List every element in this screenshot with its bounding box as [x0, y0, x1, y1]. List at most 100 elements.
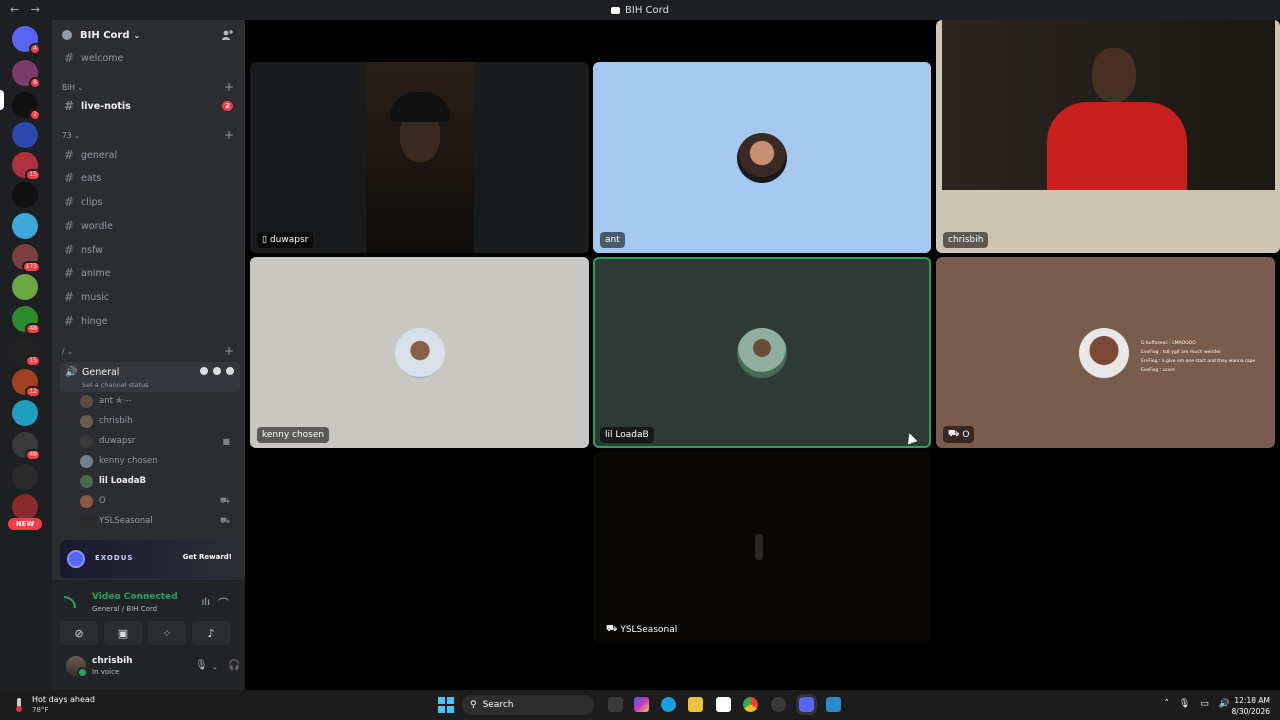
copilot-icon[interactable] — [634, 697, 649, 712]
forward-button[interactable]: → — [31, 3, 40, 16]
server-icon[interactable]: 173 — [12, 244, 41, 273]
channel-wordle[interactable]: # wordle — [60, 216, 240, 236]
server-icon[interactable]: 12 — [12, 369, 41, 398]
channel-status-hint[interactable]: Set a channel status — [82, 381, 149, 389]
video-tile-ant[interactable]: ant — [593, 62, 931, 253]
camera-off-button[interactable]: ⊘ — [60, 621, 98, 645]
volume-icon[interactable]: 🔊 — [1219, 699, 1230, 709]
back-button[interactable]: ← — [10, 3, 19, 16]
voice-member[interactable]: duwapsr ■ — [80, 432, 235, 450]
weather-temp: 78°F — [32, 706, 49, 714]
task-view-icon[interactable] — [608, 697, 623, 712]
server-icon[interactable]: 48 — [12, 306, 41, 335]
chat-icon[interactable] — [200, 367, 208, 375]
channel-nsfw[interactable]: # nsfw — [60, 240, 240, 260]
channel-anime[interactable]: # anime — [60, 263, 240, 283]
windows-start-icon[interactable] — [438, 697, 454, 713]
thermometer-icon[interactable] — [12, 697, 26, 713]
video-tile-chrisbih[interactable]: chrisbih — [936, 20, 1280, 253]
taskbar-search[interactable]: ⚲ Search — [462, 695, 594, 715]
voice-member[interactable]: lil LoadaB — [80, 472, 235, 490]
tile-name: chrisbih — [948, 235, 984, 245]
tile-name: kenny chosen — [262, 430, 325, 440]
video-tile-duwapsr[interactable]: ▯ duwapsr — [250, 62, 589, 253]
activities-button[interactable]: ⁘ — [148, 621, 186, 645]
server-icon[interactable]: 49 — [12, 432, 41, 461]
soundboard-button[interactable]: ♪ — [192, 621, 230, 645]
voice-member[interactable]: chrisbih — [80, 412, 235, 430]
server-icon[interactable] — [12, 494, 38, 520]
clock[interactable]: 12:18 AM 8/30/2026 — [1232, 695, 1270, 717]
member-name: O — [99, 496, 106, 506]
channel-category[interactable]: 73 ⌄ + — [62, 128, 237, 142]
channel-eats[interactable]: # eats — [60, 168, 240, 188]
invite-icon[interactable] — [213, 367, 221, 375]
server-icon[interactable]: 2 — [12, 92, 41, 121]
store-icon[interactable] — [716, 697, 731, 712]
member-name: YSLSeasonal — [99, 516, 153, 526]
server-icon[interactable]: 15 — [12, 338, 41, 367]
hash-icon: # — [64, 99, 75, 113]
channel-welcome[interactable]: # welcome — [60, 48, 240, 68]
noise-suppression-icon[interactable]: ılı — [202, 597, 210, 608]
channel-clips[interactable]: # clips — [60, 192, 240, 212]
add-channel-icon[interactable]: + — [224, 80, 234, 94]
video-tile-kenny-chosen[interactable]: kenny chosen — [250, 257, 589, 448]
add-member-icon[interactable] — [221, 29, 233, 41]
chevron-up-icon[interactable]: ˄ — [1164, 699, 1169, 709]
video-tile-yslseasonal[interactable]: ⛟ YSLSeasonal — [593, 452, 931, 643]
channel-hinge[interactable]: # hinge — [60, 311, 240, 331]
voice-connected-location[interactable]: General / BIH Cord — [92, 605, 157, 613]
channel-category[interactable]: BIH ⌄ + — [62, 80, 237, 94]
server-icon[interactable]: 8 — [12, 60, 41, 89]
video-tile-o[interactable]: G buffoseec : LMAOOOO EvoFiog : ts8 ygit… — [936, 257, 1275, 448]
mention-badge: 15 — [25, 355, 41, 367]
mention-badge: 48 — [25, 323, 41, 335]
chrome-icon[interactable] — [743, 697, 758, 712]
category-label: / ⌄ — [62, 347, 74, 356]
add-channel-icon[interactable]: + — [224, 344, 234, 358]
voice-member[interactable]: YSLSeasonal ⛟ — [80, 512, 235, 530]
notepad-icon[interactable] — [826, 697, 841, 712]
voice-member[interactable]: O ⛟ — [80, 492, 235, 510]
server-icon[interactable] — [12, 122, 38, 148]
network-icon[interactable]: ▭ — [1200, 699, 1209, 709]
chevron-down-icon[interactable]: ⌄ — [212, 663, 218, 671]
disconnect-icon[interactable]: ⌒ — [218, 595, 229, 611]
guild-header[interactable]: BIH Cord ⌄ — [52, 20, 245, 50]
server-icon[interactable] — [12, 464, 38, 490]
channel-general[interactable]: # general — [60, 145, 240, 165]
file-explorer-icon[interactable] — [688, 697, 703, 712]
voice-member[interactable]: ant ✯·-- — [80, 392, 235, 410]
person-head — [1092, 48, 1136, 102]
microphone-icon[interactable]: 🎙 — [195, 660, 208, 671]
voice-connected-status[interactable]: Video Connected — [92, 592, 178, 602]
microphone-icon[interactable]: 🎙 — [1179, 699, 1190, 709]
server-icon[interactable]: 15 — [12, 152, 41, 181]
channel-music[interactable]: # music — [60, 287, 240, 307]
server-icon[interactable] — [12, 274, 38, 300]
weather-title[interactable]: Hot days ahead — [32, 695, 95, 704]
channel-category[interactable]: / ⌄ + — [62, 344, 237, 358]
screen-share-button[interactable]: ▣ — [104, 621, 142, 645]
get-reward-button[interactable]: Get Reward! — [183, 553, 232, 561]
video-stage: ▯ duwapsr ant chrisbih kenny chosen lil L… — [245, 20, 1280, 690]
channel-live-notis[interactable]: # live-notis 2 — [60, 96, 240, 116]
discord-home-icon[interactable]: 4 — [12, 26, 41, 55]
add-channel-icon[interactable]: + — [224, 128, 234, 142]
avatar[interactable] — [66, 656, 88, 678]
user-name[interactable]: chrisbih — [92, 656, 133, 666]
server-icon[interactable] — [12, 213, 38, 239]
gear-icon[interactable] — [226, 367, 234, 375]
discord-taskbar-icon[interactable] — [799, 697, 814, 712]
exodus-promo[interactable]: EXODUS Get Reward! — [60, 540, 240, 578]
server-icon[interactable] — [12, 400, 38, 426]
voice-member[interactable]: kenny chosen — [80, 452, 235, 470]
video-tile-lil-loadab[interactable]: lil LoadaB — [593, 257, 931, 448]
server-icon[interactable] — [12, 182, 38, 208]
hash-icon: # — [64, 290, 75, 304]
voice-channel-general[interactable]: 🔊 General Set a channel status — [60, 362, 240, 392]
settings-app-icon[interactable] — [771, 697, 786, 712]
headphones-icon[interactable]: 🎧 — [228, 660, 240, 671]
edge-icon[interactable] — [661, 697, 676, 712]
